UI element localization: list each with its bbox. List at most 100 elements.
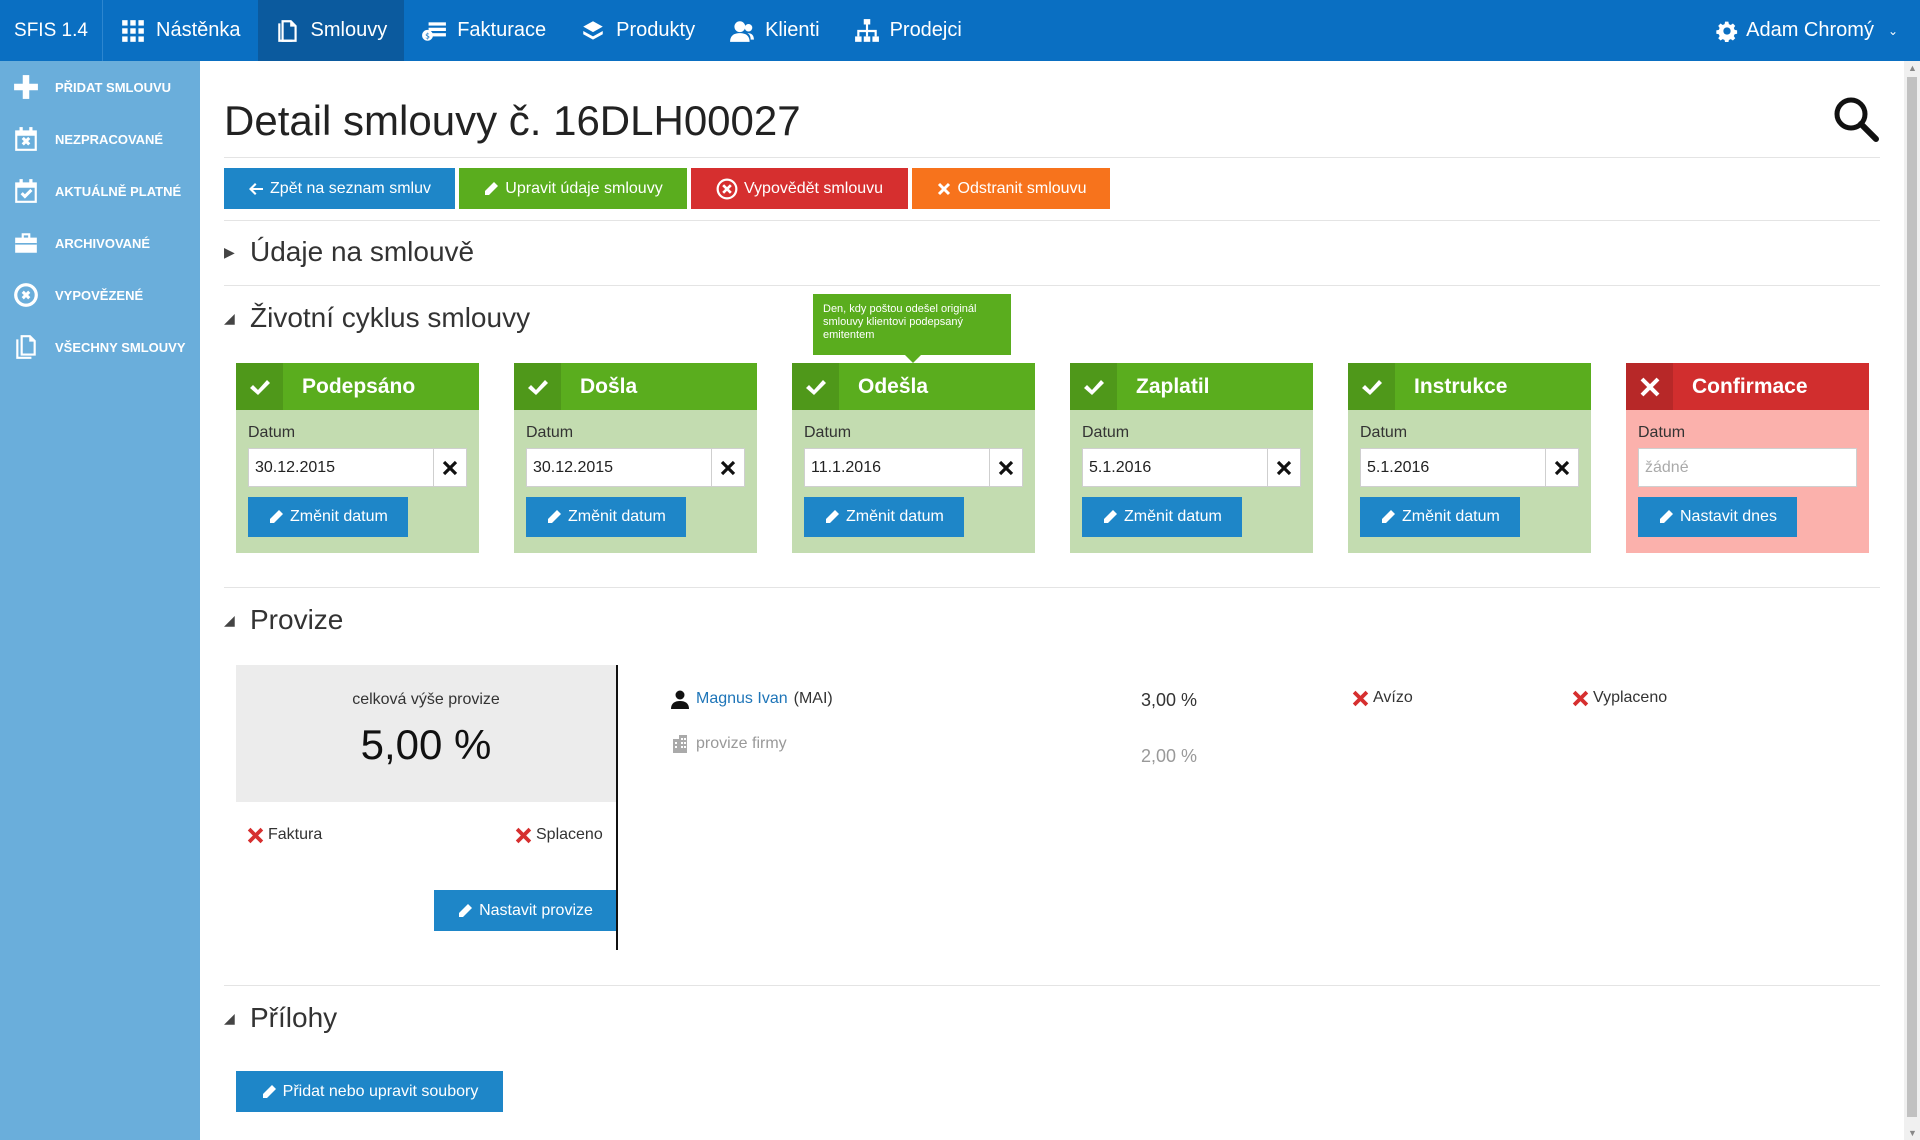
button-label: Upravit údaje smlouvy: [505, 179, 663, 197]
sidebar-item-archived[interactable]: ARCHIVOVANÉ: [0, 217, 200, 269]
scroll-up-icon[interactable]: ▲: [1908, 63, 1917, 73]
nav-item-produkty[interactable]: Produkty: [563, 0, 712, 61]
nav-item-nastenka[interactable]: Nástěnka: [103, 0, 258, 61]
nav-item-smlouvy[interactable]: Smlouvy: [257, 0, 405, 61]
nav-item-fakturace[interactable]: $ Fakturace: [404, 0, 563, 61]
card-header: Zaplatil: [1070, 363, 1313, 410]
change-date-button[interactable]: Změnit datum: [248, 497, 408, 537]
nav-item-label: Klienti: [765, 19, 820, 41]
button-label: Změnit datum: [1124, 508, 1222, 525]
gear-icon: [1716, 21, 1738, 42]
card-header: Odešla: [792, 363, 1035, 410]
section-lifecycle-header[interactable]: ◢ Životní cyklus smlouvy: [224, 302, 530, 334]
invoice-status: Faktura: [247, 826, 322, 844]
change-date-button[interactable]: Změnit datum: [804, 497, 964, 537]
card-header: Instrukce: [1348, 363, 1591, 410]
app-brand[interactable]: SFIS 1.4: [0, 0, 103, 61]
sidebar-item-all-contracts[interactable]: VŠECHNY SMLOUVY: [0, 321, 200, 373]
button-label: Změnit datum: [846, 508, 944, 525]
date-input[interactable]: [804, 448, 990, 487]
sidebar-item-label: VYPOVĚZENÉ: [55, 287, 144, 303]
svg-text:$: $: [425, 31, 430, 40]
close-icon: [1352, 690, 1369, 706]
check-icon: [236, 363, 283, 410]
date-input[interactable]: [248, 448, 434, 487]
card-title: Došla: [580, 374, 638, 398]
salesperson-code: (MAI): [793, 690, 833, 707]
vertical-scrollbar[interactable]: ▲ ▼: [1904, 61, 1920, 1140]
section-commission-header[interactable]: ◢ Provize: [224, 604, 343, 636]
sidebar-item-add-contract[interactable]: PŘIDAT SMLOUVU: [0, 61, 200, 113]
terminate-contract-button[interactable]: Vypovědět smlouvu: [691, 168, 908, 209]
date-input[interactable]: [526, 448, 712, 487]
salesperson-commission-value: 3,00 %: [1141, 690, 1198, 710]
set-today-button[interactable]: Nastavit dnes: [1638, 497, 1797, 537]
section-attachments-header[interactable]: ◢ Přílohy: [224, 1002, 337, 1034]
lifecycle-card-dosla: Došla Datum Změnit datum: [514, 363, 757, 553]
nav-item-klienti[interactable]: Klienti: [712, 0, 836, 61]
commission-row-salesperson: Magnus Ivan (MAI): [670, 689, 833, 709]
date-label: Datum: [1638, 424, 1686, 441]
close-icon: [720, 460, 736, 475]
button-label: Přidat nebo upravit soubory: [282, 1082, 479, 1100]
lifecycle-card-odesla: Odešla Datum Změnit datum: [792, 363, 1035, 553]
date-input[interactable]: [1082, 448, 1268, 487]
pencil-icon: [826, 510, 839, 523]
sidebar-item-currently-valid[interactable]: AKTUÁLNĚ PLATNÉ: [0, 165, 200, 217]
nav-item-prodejci[interactable]: Prodejci: [837, 0, 979, 61]
sidebar: PŘIDAT SMLOUVU NEZPRACOVANÉ AKTUÁLNĚ PLA…: [0, 61, 200, 1140]
clear-date-button[interactable]: [711, 448, 745, 487]
pencil-icon: [485, 181, 499, 195]
sidebar-item-unprocessed[interactable]: NEZPRACOVANÉ: [0, 113, 200, 165]
check-icon: [792, 363, 839, 410]
date-label: Datum: [1082, 424, 1130, 441]
building-icon: [673, 735, 687, 753]
tooltip: Den, kdy poštou odešel originál smlouvy …: [813, 294, 1011, 363]
date-label: Datum: [248, 424, 296, 441]
users-icon: [730, 20, 754, 42]
edit-contract-button[interactable]: Upravit údaje smlouvy: [459, 168, 687, 209]
button-label: Změnit datum: [290, 508, 388, 525]
search-icon[interactable]: [1832, 95, 1880, 143]
sidebar-item-label: ARCHIVOVANÉ: [55, 235, 151, 251]
salesperson-link[interactable]: Magnus Ivan: [696, 690, 788, 708]
divider: [616, 665, 618, 950]
clear-date-button[interactable]: [1267, 448, 1301, 487]
divider: [224, 157, 1880, 158]
delete-contract-button[interactable]: Odstranit smlouvu: [912, 168, 1110, 209]
nav-item-label: Smlouvy: [310, 19, 388, 41]
clear-date-button[interactable]: [1545, 448, 1579, 487]
button-label: Zpět na seznam smluv: [270, 179, 431, 197]
close-icon: [1276, 460, 1292, 475]
close-icon: [937, 182, 950, 195]
company-commission-label: provize firmy: [696, 735, 787, 752]
circle-x-icon: [14, 283, 38, 307]
grid-icon: [122, 19, 144, 42]
page-title: Detail smlouvy č. 16DLH00027: [224, 97, 801, 144]
advice-status: Avízo: [1352, 689, 1413, 707]
date-input[interactable]: [1360, 448, 1546, 487]
back-to-list-button[interactable]: Zpět na seznam smluv: [224, 168, 455, 209]
calendar-x-icon: [15, 127, 37, 151]
change-date-button[interactable]: Změnit datum: [1082, 497, 1242, 537]
documents-icon: [16, 335, 36, 359]
caret-down-icon: ◢: [224, 1009, 235, 1026]
scrollbar-thumb[interactable]: [1907, 77, 1917, 1117]
sidebar-item-terminated[interactable]: VYPOVĚZENÉ: [0, 269, 200, 321]
change-date-button[interactable]: Změnit datum: [1360, 497, 1520, 537]
paid-status: Splaceno: [515, 826, 603, 844]
manage-files-button[interactable]: Přidat nebo upravit soubory: [236, 1071, 503, 1112]
nav-item-label: Nástěnka: [156, 19, 241, 41]
section-details-header[interactable]: ▶ Údaje na smlouvě: [224, 236, 474, 268]
date-input[interactable]: [1638, 448, 1857, 487]
card-title: Zaplatil: [1136, 374, 1210, 398]
close-icon: [247, 827, 264, 843]
divider: [224, 285, 1880, 286]
clear-date-button[interactable]: [433, 448, 467, 487]
pencil-icon: [270, 510, 283, 523]
user-menu[interactable]: Adam Chromý ⌄: [1716, 0, 1920, 61]
scroll-down-icon[interactable]: ▼: [1908, 1128, 1917, 1138]
set-commission-button[interactable]: Nastavit provize: [434, 890, 616, 931]
clear-date-button[interactable]: [989, 448, 1023, 487]
change-date-button[interactable]: Změnit datum: [526, 497, 686, 537]
